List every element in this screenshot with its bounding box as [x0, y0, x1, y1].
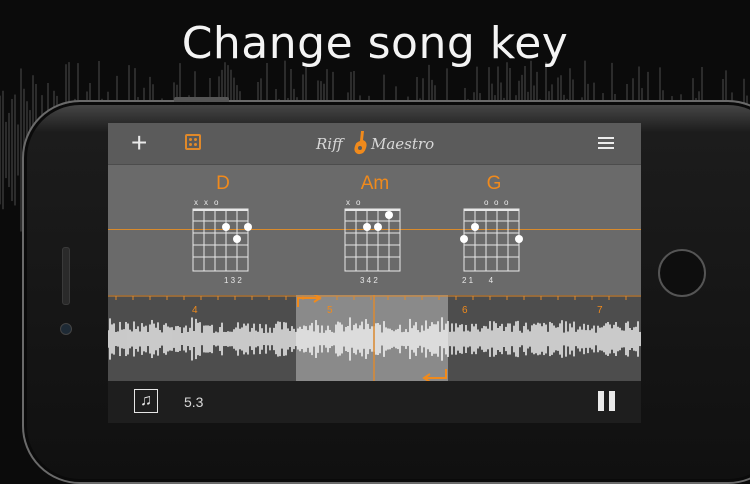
bar-number: 6	[462, 305, 468, 316]
svg-text:x: x	[194, 198, 198, 207]
svg-text:o: o	[494, 198, 499, 207]
chord-g[interactable]: G o o o 2 1 4	[459, 173, 529, 289]
waveform-timeline[interactable]: 4 5 6 7	[108, 295, 641, 381]
chord-diagram-am: x o 3 4 2	[344, 198, 401, 285]
music-note-icon[interactable]: ♫	[134, 389, 158, 413]
app-logo: Riff Maestro	[316, 130, 436, 156]
chord-diagram-d: x x o 1 3 2	[192, 198, 252, 285]
chord-strip: D x x o 1 3 2 Am x o 3 4 2 G o o o 2 1 4	[108, 165, 641, 295]
chord-name: Am	[360, 173, 390, 194]
chord-fingering: 3 4 2	[360, 276, 378, 285]
bar-number: 4	[192, 305, 198, 316]
phone-home-button	[658, 249, 706, 297]
svg-text:x: x	[346, 198, 350, 207]
svg-text:o: o	[214, 198, 219, 207]
chord-fingering: 2 1 4	[462, 276, 494, 285]
app-screen: + Riff Maestro D x x o 1 3 2 Am x o 3 4 …	[108, 123, 641, 423]
chord-name: D	[216, 173, 230, 194]
logo-word-maestro: Maestro	[371, 135, 435, 153]
hamburger-menu-icon[interactable]	[598, 137, 614, 152]
phone-speaker	[62, 247, 70, 305]
bottom-bar: ♫ 5.3	[108, 381, 641, 423]
chord-fingering: 1 3 2	[224, 276, 242, 285]
chord-am[interactable]: Am x o 3 4 2	[340, 173, 410, 289]
position-label: 5.3	[184, 394, 204, 410]
phone-camera	[60, 323, 72, 335]
bar-number: 7	[597, 305, 603, 316]
svg-text:x: x	[204, 198, 208, 207]
svg-text:o: o	[504, 198, 509, 207]
top-bar: + Riff Maestro	[108, 123, 641, 165]
phone-side-button	[174, 97, 229, 102]
svg-text:o: o	[484, 198, 489, 207]
headline: Change song key	[181, 18, 569, 69]
chord-d[interactable]: D x x o 1 3 2	[188, 173, 258, 289]
svg-text:o: o	[356, 198, 361, 207]
chord-name: G	[486, 173, 502, 194]
dice-icon[interactable]	[185, 134, 201, 150]
chord-diagram-g: o o o 2 1 4	[460, 198, 523, 285]
add-icon[interactable]: +	[131, 128, 147, 158]
logo-word-riff: Riff	[316, 135, 343, 153]
guitar-logo-icon	[354, 131, 367, 155]
bar-number: 5	[327, 305, 333, 316]
pause-icon[interactable]	[598, 391, 616, 411]
